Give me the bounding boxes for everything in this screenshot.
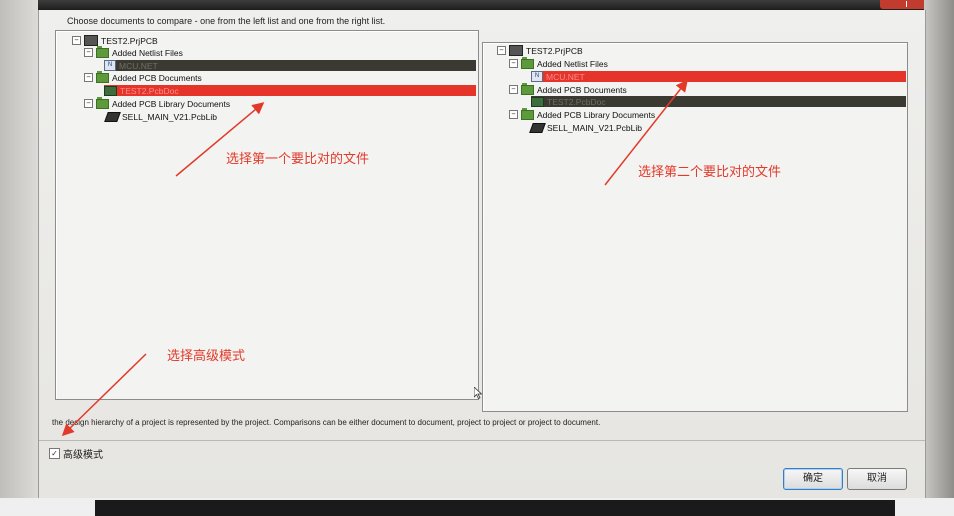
annotation-arrows (61, 79, 688, 437)
annotation-right: 选择第二个要比对的文件 (638, 165, 782, 180)
annotation-left: 选择第一个要比对的文件 (226, 152, 370, 167)
annotation-advanced: 选择高级模式 (167, 349, 246, 364)
arrow-advanced-mode (61, 353, 147, 437)
